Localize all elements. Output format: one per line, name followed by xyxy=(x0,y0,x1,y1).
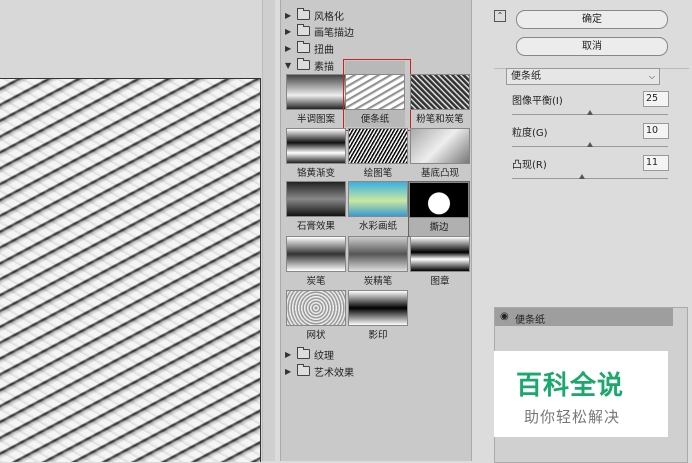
folder-open-icon xyxy=(297,58,310,70)
param-label-relief: 凸现(R) xyxy=(512,160,547,171)
folder-icon xyxy=(297,364,310,376)
thumb-water-paper[interactable]: 水彩画纸 xyxy=(348,181,408,232)
thumb-charcoal[interactable]: 炭笔 xyxy=(286,236,346,287)
thumb-image xyxy=(348,236,408,272)
thumb-image xyxy=(286,74,346,110)
thumb-image xyxy=(409,182,469,218)
chevron-right-icon: ▶ xyxy=(285,366,292,376)
folder-label: 画笔描边 xyxy=(314,27,354,39)
thumb-plaster[interactable]: 石膏效果 xyxy=(286,181,346,232)
folder-artistic[interactable]: ▶ 艺术效果 xyxy=(285,363,354,379)
preview-scrollbar[interactable] xyxy=(262,0,275,461)
thumb-chrome[interactable]: 铬黄渐变 xyxy=(286,128,346,179)
watermark-subtitle: 助你轻松解决 xyxy=(524,408,621,426)
thumb-chalk-charcoal[interactable]: 粉笔和炭笔 xyxy=(410,74,470,125)
folder-texture[interactable]: ▶ 纹理 xyxy=(285,346,334,362)
slider-knob-relief[interactable] xyxy=(579,174,586,179)
selection-outline xyxy=(343,59,411,131)
folder-icon xyxy=(297,8,310,20)
param-value-balance[interactable]: 25 xyxy=(643,91,669,107)
folder-brush-strokes[interactable]: ▶ 画笔描边 xyxy=(285,23,354,39)
chevron-down-icon: ▼ xyxy=(285,60,292,70)
thumb-photocopy[interactable]: 影印 xyxy=(348,290,408,341)
thumb-image xyxy=(410,128,470,164)
folder-label: 素描 xyxy=(314,61,334,73)
filter-select[interactable]: 便条纸 ⌵ xyxy=(506,68,660,85)
thumb-stamp[interactable]: 图章 xyxy=(410,236,470,287)
chevron-down-icon: ⌵ xyxy=(648,72,655,81)
preview-pane xyxy=(0,0,275,462)
folder-label: 扭曲 xyxy=(314,44,334,56)
thumb-label: 绘图笔 xyxy=(363,168,393,179)
param-label-graininess: 粒度(G) xyxy=(512,128,548,139)
chevron-right-icon: ▶ xyxy=(285,349,292,359)
thumb-graphic-pen[interactable]: 绘图笔 xyxy=(348,128,408,179)
thumb-image xyxy=(410,236,470,272)
slider-knob-balance[interactable] xyxy=(587,110,593,115)
folder-icon xyxy=(297,24,310,36)
thumb-label: 网状 xyxy=(306,330,326,341)
thumb-label: 粉笔和炭笔 xyxy=(416,114,464,125)
thumb-label: 水彩画纸 xyxy=(358,221,397,232)
chevron-right-icon: ▶ xyxy=(285,43,292,53)
thumb-image xyxy=(410,74,470,110)
cancel-button[interactable]: 取消 xyxy=(516,37,668,56)
thumb-label: 炭笔 xyxy=(306,276,326,287)
folder-label: 纹理 xyxy=(314,350,334,362)
thumb-label: 半调图案 xyxy=(296,114,335,125)
thumb-label: 石膏效果 xyxy=(296,221,335,232)
thumb-label: 基底凸现 xyxy=(420,168,459,179)
thumb-label: 影印 xyxy=(368,330,388,341)
thumb-label: 图章 xyxy=(430,276,450,287)
thumb-image xyxy=(348,290,408,326)
eye-icon[interactable]: ◉ xyxy=(500,311,509,322)
thumb-conte-crayon[interactable]: 炭精笔 xyxy=(348,236,408,287)
slider-knob-graininess[interactable] xyxy=(587,142,593,147)
thumb-image xyxy=(286,181,346,217)
watermark: 百科全说 助你轻松解决 xyxy=(494,351,668,437)
chevron-right-icon: ▶ xyxy=(285,26,292,36)
thumb-image xyxy=(286,236,346,272)
folder-icon xyxy=(297,41,310,53)
filter-gallery: ▶ 风格化 ▶ 画笔描边 ▶ 扭曲 ▼ 素描 半调图案 便条纸 粉笔和炭笔 铬黄… xyxy=(280,0,471,461)
thumb-bas-relief[interactable]: 基底凸现 xyxy=(410,128,470,179)
param-value-graininess[interactable]: 10 xyxy=(643,123,669,139)
watermark-title: 百科全说 xyxy=(516,371,625,401)
thumb-reticulation[interactable]: 网状 xyxy=(286,290,346,341)
thumb-image xyxy=(286,290,346,326)
thumb-image xyxy=(286,128,346,164)
layer-name: 便条纸 xyxy=(515,315,545,326)
chevron-right-icon: ▶ xyxy=(285,10,292,20)
thumb-image xyxy=(348,181,408,217)
folder-distort[interactable]: ▶ 扭曲 xyxy=(285,40,334,56)
collapse-icon[interactable]: ⌃ xyxy=(494,10,506,22)
thumb-halftone[interactable]: 半调图案 xyxy=(286,74,346,125)
folder-stylize[interactable]: ▶ 风格化 xyxy=(285,7,344,23)
thumb-image xyxy=(348,128,408,164)
folder-label: 艺术效果 xyxy=(314,367,354,379)
ok-button[interactable]: 确定 xyxy=(516,10,668,29)
folder-icon xyxy=(297,347,310,359)
folder-label: 风格化 xyxy=(314,11,344,23)
filter-select-value: 便条纸 xyxy=(511,71,541,82)
effect-layer-row[interactable]: ◉ 便条纸 xyxy=(495,308,673,326)
thumb-label: 铬黄渐变 xyxy=(296,168,335,179)
thumb-label: 撕边 xyxy=(429,222,449,233)
param-value-relief[interactable]: 11 xyxy=(643,155,669,171)
preview-canvas[interactable] xyxy=(0,78,261,462)
param-label-balance: 图像平衡(I) xyxy=(512,96,563,107)
folder-sketch[interactable]: ▼ 素描 xyxy=(285,57,334,73)
thumb-torn-edges[interactable]: 撕边 xyxy=(408,181,470,237)
slider-track-relief[interactable] xyxy=(512,178,668,179)
thumb-label: 炭精笔 xyxy=(363,276,393,287)
